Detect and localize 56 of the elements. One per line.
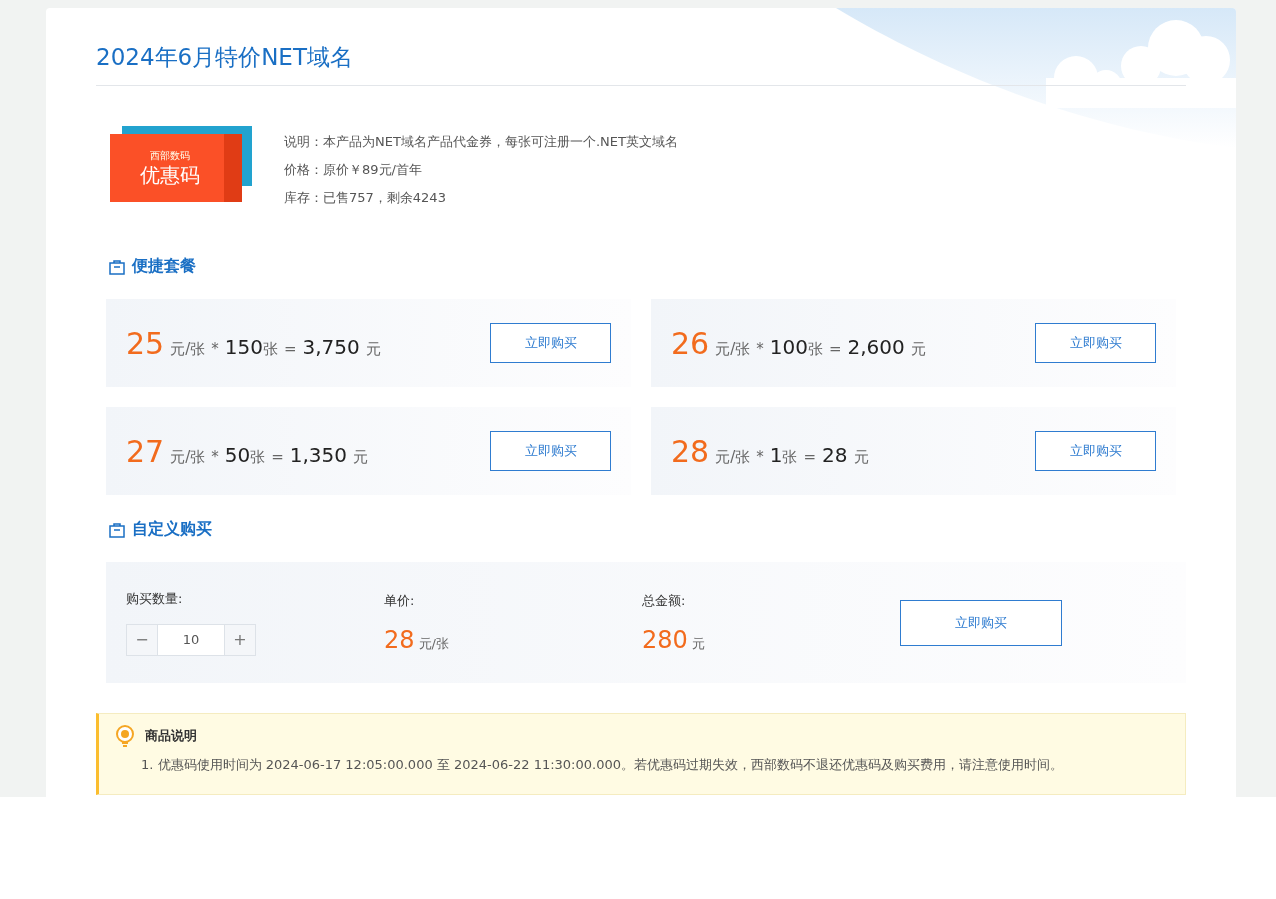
equals-sign: = — [283, 339, 297, 358]
section-title: 自定义购买 — [132, 519, 212, 540]
page-title: 2024年6月特价NET域名 — [96, 8, 1186, 86]
notice-text: 1. 优惠码使用时间为 2024-06-17 12:05:00.000 至 2024-06-22 11:30:00.000。若优惠码过期失效，西部数码不退还优惠码及购买费用，请注意使用时间。 — [140, 756, 1064, 774]
buy-now-button[interactable]: 立即购买 — [900, 599, 1062, 646]
multiply-sign: * — [211, 447, 219, 466]
unit-label: 元/张 — [715, 339, 751, 359]
equals-sign: = — [271, 447, 284, 466]
quantity-unit: 张 — [782, 447, 798, 467]
buy-now-button[interactable]: 立即购买 — [1035, 323, 1156, 363]
buy-now-button[interactable]: 立即购买 — [490, 323, 611, 363]
quantity-field[interactable]: 10 — [157, 624, 225, 655]
unit-label: 元/张 — [418, 634, 449, 653]
currency-label: 元 — [365, 339, 381, 359]
notice-title: 商品说明 — [145, 727, 197, 745]
quantity-value: 50 — [224, 442, 251, 467]
section-title: 便捷套餐 — [132, 256, 196, 277]
currency-label: 元 — [910, 339, 926, 359]
unit-price: 26 — [671, 325, 710, 361]
info-text: 说明：本产品为NET域名产品代金券，每张可注册一个.NET英文域名 — [284, 133, 678, 151]
currency-label: 元 — [691, 634, 705, 653]
total-value: 3,750 — [302, 334, 360, 359]
unit-price-label: 单价: — [384, 591, 416, 610]
equals-sign: = — [828, 339, 842, 358]
unit-label: 元/张 — [715, 447, 751, 467]
quantity-value: 150 — [224, 334, 263, 359]
multiply-sign: * — [756, 339, 764, 358]
unit-label: 元/张 — [170, 447, 206, 467]
currency-label: 元 — [353, 447, 369, 467]
quantity-unit: 张 — [250, 447, 266, 467]
info-text: 库存：已售757，剩余4243 — [284, 189, 447, 207]
lightbulb-icon — [115, 724, 135, 748]
shopping-bag-icon — [108, 520, 126, 539]
multiply-sign: * — [211, 339, 219, 358]
quantity-unit: 张 — [807, 339, 823, 359]
quantity-label: 购买数量: — [126, 589, 184, 608]
unit-price: 28 — [384, 625, 415, 654]
total-label: 总金额: — [642, 591, 687, 610]
total-value: 2,600 — [847, 334, 905, 359]
shopping-bag-icon — [108, 257, 126, 276]
unit-price: 25 — [126, 325, 165, 361]
currency-label: 元 — [853, 447, 869, 467]
unit-label: 元/张 — [170, 339, 206, 359]
info-text: 价格：原价￥89元/首年 — [284, 161, 423, 179]
total-value: 1,350 — [289, 442, 348, 467]
buy-now-button[interactable]: 立即购买 — [1035, 431, 1156, 471]
total-value: 28 — [822, 442, 848, 467]
unit-price: 28 — [671, 433, 710, 469]
quantity-value: 100 — [769, 334, 808, 359]
unit-price: 27 — [126, 433, 165, 469]
total-amount: 280 — [642, 625, 688, 654]
buy-now-button[interactable]: 立即购买 — [490, 431, 611, 471]
quantity-value: 1 — [769, 442, 783, 467]
multiply-sign: * — [756, 447, 764, 466]
quantity-unit: 张 — [262, 339, 278, 359]
equals-sign: = — [803, 447, 817, 466]
